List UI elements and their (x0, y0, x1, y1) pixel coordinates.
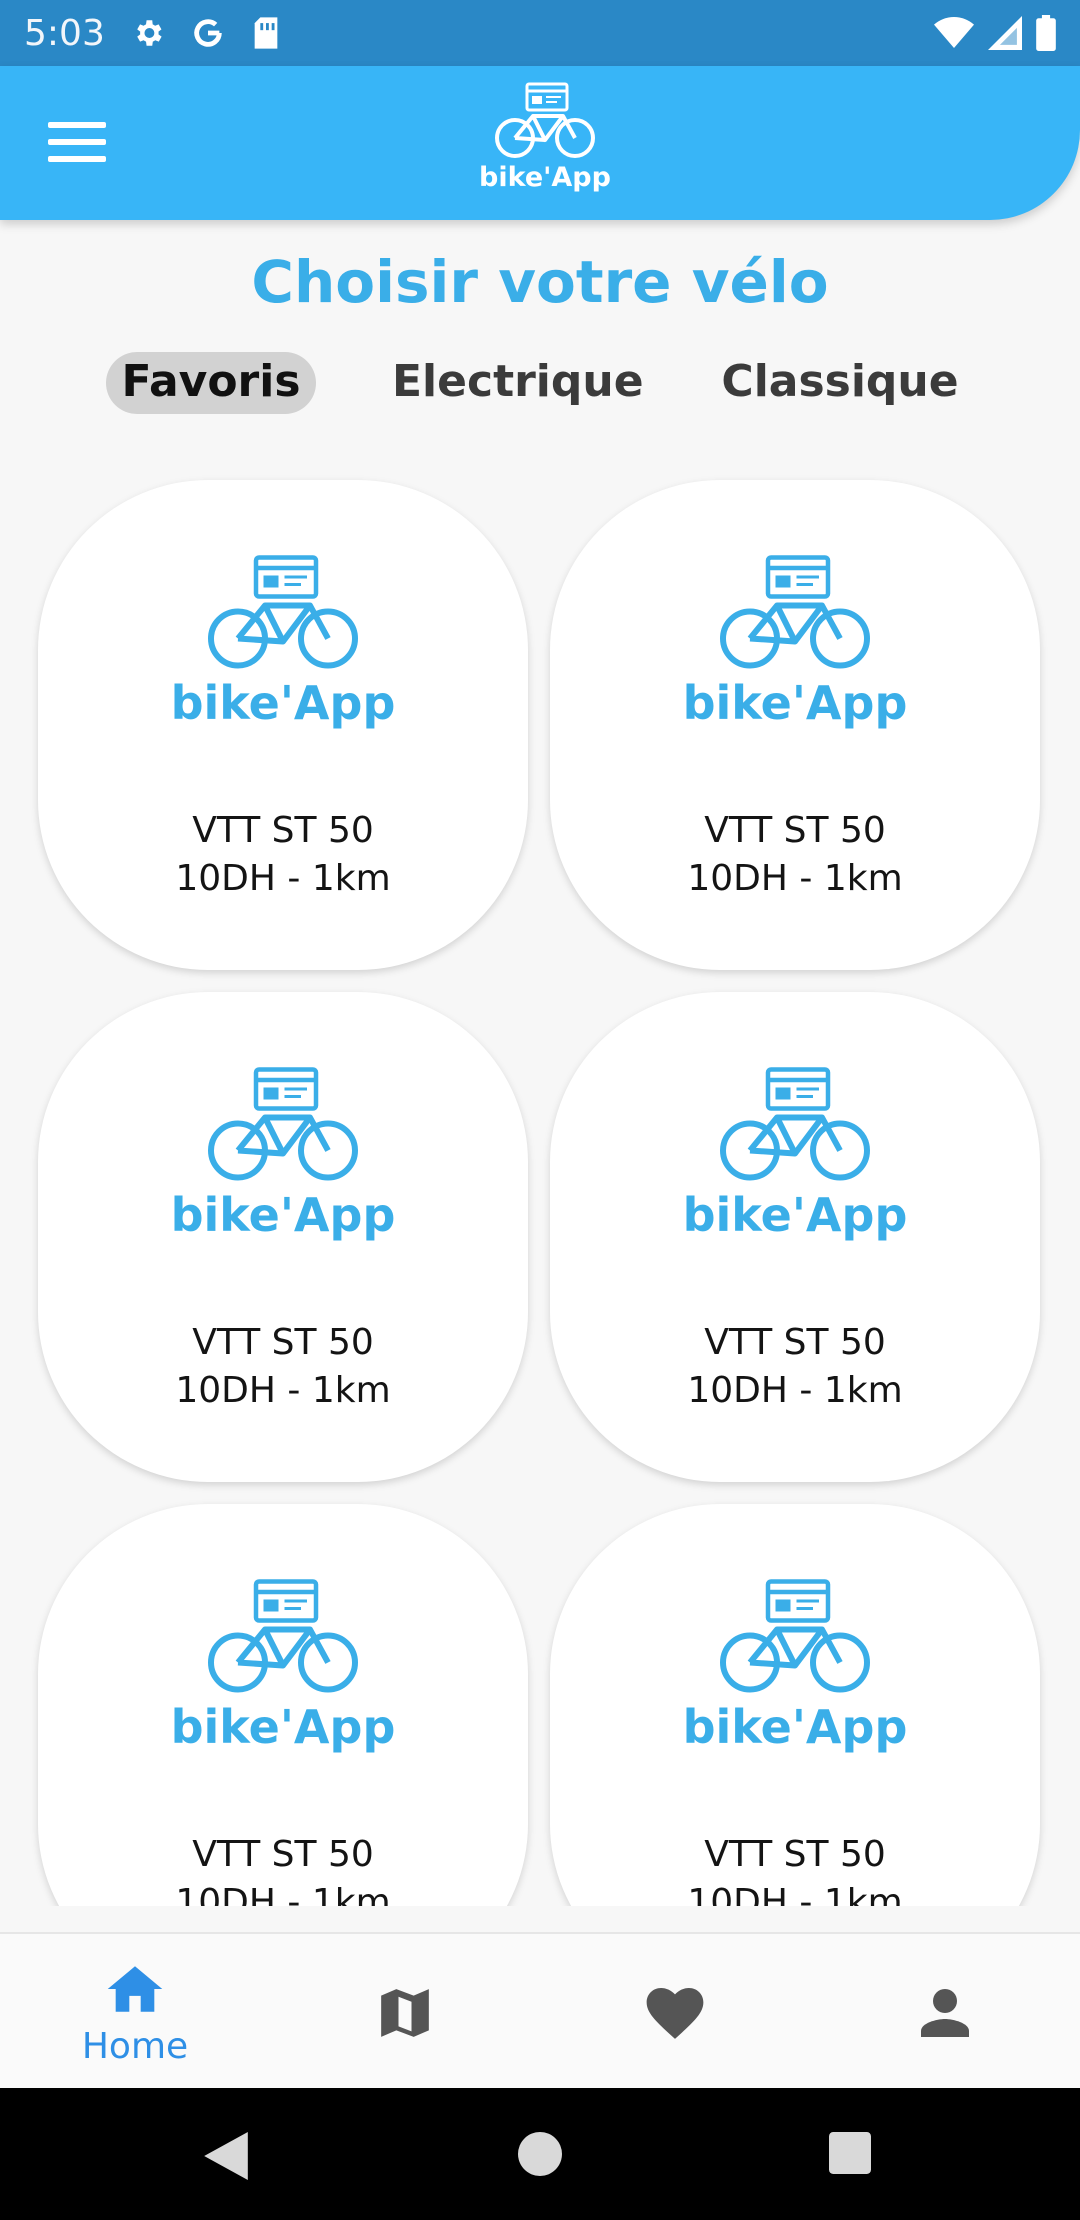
sim-card-icon (251, 16, 281, 50)
wifi-icon (934, 16, 974, 50)
app-header: bike'App (0, 66, 1080, 220)
card-brand: bike'App (682, 676, 908, 730)
card-bike-price: 10DH - 1km (687, 1370, 903, 1411)
bike-logo-icon (720, 555, 870, 669)
google-icon (191, 16, 225, 50)
nav-map[interactable] (270, 1934, 540, 2090)
bike-logo-icon (208, 555, 358, 669)
system-nav-bar (0, 2088, 1080, 2220)
card-logo: bike'App (38, 554, 528, 730)
home-circle-icon[interactable] (518, 2132, 562, 2176)
bike-logo-icon (495, 82, 595, 158)
bike-card[interactable]: bike'App VTT ST 50 10DH - 1km (550, 992, 1040, 1482)
tab-favoris[interactable]: Favoris (106, 352, 316, 414)
card-brand: bike'App (682, 1188, 908, 1242)
card-bike-name: VTT ST 50 (192, 810, 374, 851)
bike-card[interactable]: bike'App VTT ST 50 10DH - 1km (38, 1504, 528, 1906)
person-icon (921, 1989, 969, 2037)
card-bike-price: 10DH - 1km (175, 858, 391, 899)
signal-icon (988, 16, 1022, 50)
page-title: Choisir votre vélo (251, 248, 829, 316)
gear-icon (131, 16, 165, 50)
bike-grid[interactable]: bike'App VTT ST 50 10DH - 1km bike'App V… (0, 470, 1080, 1906)
card-brand: bike'App (682, 1700, 908, 1754)
home-icon (107, 1966, 163, 2012)
bike-card[interactable]: bike'App VTT ST 50 10DH - 1km (550, 1504, 1040, 1906)
card-logo: bike'App (550, 1066, 1040, 1242)
bike-card[interactable]: bike'App VTT ST 50 10DH - 1km (38, 992, 528, 1482)
recents-square-icon[interactable] (829, 2132, 871, 2174)
card-logo: bike'App (38, 1578, 528, 1754)
bike-logo-icon (720, 1067, 870, 1181)
card-brand: bike'App (170, 676, 396, 730)
card-brand: bike'App (170, 1700, 396, 1754)
map-icon (381, 1989, 429, 2037)
card-logo: bike'App (38, 1066, 528, 1242)
tab-electrique[interactable]: Electrique (392, 352, 644, 414)
card-bike-name: VTT ST 50 (192, 1322, 374, 1363)
bike-card[interactable]: bike'App VTT ST 50 10DH - 1km (550, 480, 1040, 970)
card-logo: bike'App (550, 1578, 1040, 1754)
card-brand: bike'App (170, 1188, 396, 1242)
status-bar: 5:03 (0, 0, 1080, 66)
nav-favorites[interactable] (540, 1934, 810, 2090)
bike-logo-icon (720, 1579, 870, 1693)
tab-classique[interactable]: Classique (720, 352, 960, 414)
bottom-nav: Home (0, 1932, 1080, 2088)
card-bike-name: VTT ST 50 (704, 1834, 886, 1875)
header-logo: bike'App (470, 82, 620, 193)
nav-home-label: Home (81, 2026, 189, 2067)
card-bike-name: VTT ST 50 (704, 810, 886, 851)
back-icon[interactable] (203, 2132, 249, 2180)
header-logo-text: bike'App (479, 162, 611, 193)
category-tabs: Favoris Electrique Classique (0, 352, 1080, 414)
card-bike-name: VTT ST 50 (704, 1322, 886, 1363)
bike-card[interactable]: bike'App VTT ST 50 10DH - 1km (38, 480, 528, 970)
card-bike-price: 10DH - 1km (687, 858, 903, 899)
bike-logo-icon (208, 1579, 358, 1693)
bike-logo-icon (208, 1067, 358, 1181)
nav-profile[interactable] (810, 1934, 1080, 2090)
battery-icon (1036, 15, 1056, 51)
card-bike-price: 10DH - 1km (175, 1370, 391, 1411)
card-bike-price: 10DH - 1km (175, 1882, 391, 1906)
hamburger-menu-icon[interactable] (48, 122, 106, 166)
card-logo: bike'App (550, 554, 1040, 730)
card-bike-name: VTT ST 50 (192, 1834, 374, 1875)
card-bike-price: 10DH - 1km (687, 1882, 903, 1906)
status-time: 5:03 (24, 12, 105, 54)
heart-icon (646, 1988, 704, 2039)
nav-home[interactable]: Home (0, 1934, 270, 2090)
